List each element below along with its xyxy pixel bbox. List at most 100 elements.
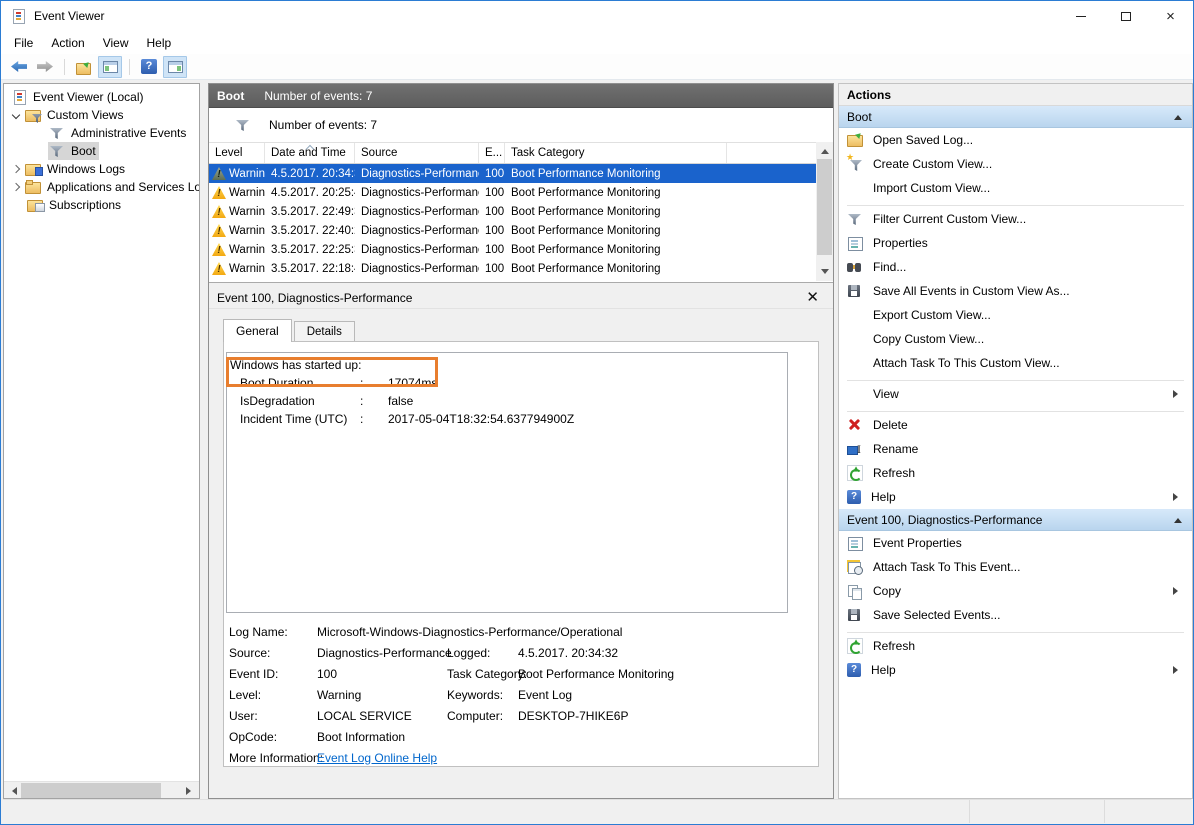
event-source: Diagnostics-Performance [355, 168, 479, 180]
column-header-task-category[interactable]: Task Category [505, 143, 727, 163]
open-saved-log-button[interactable] [72, 56, 96, 78]
chevron-icon[interactable] [8, 166, 24, 172]
action-separator [839, 375, 1192, 382]
preview-close-button[interactable]: ✕ [806, 290, 825, 305]
actions-section-header-boot[interactable]: Boot [839, 106, 1192, 128]
save-icon [847, 283, 863, 299]
tree-item[interactable]: Subscriptions [4, 196, 199, 214]
tree-item[interactable]: Administrative Events [4, 124, 199, 142]
action-item[interactable]: Help [839, 485, 1192, 509]
event-task-category: Boot Performance Monitoring [505, 244, 727, 256]
detail-value: DESKTOP-7HIKE6P [518, 709, 818, 723]
tree-item[interactable]: Boot [4, 142, 199, 160]
column-header-event-id[interactable]: E... [479, 143, 505, 163]
action-separator [839, 406, 1192, 413]
scroll-up-button[interactable] [816, 142, 833, 157]
action-item[interactable]: Find... [839, 255, 1192, 279]
event-row[interactable]: Warning 4.5.2017. 20:25:46 Diagnostics-P… [209, 183, 816, 202]
action-item[interactable]: Properties [839, 231, 1192, 255]
event-date: 3.5.2017. 22:18:43 [265, 263, 355, 275]
collapse-arrow-icon[interactable] [1174, 111, 1182, 120]
event-source: Diagnostics-Performance [355, 225, 479, 237]
action-item[interactable]: Event Properties [839, 531, 1192, 555]
action-item[interactable]: Open Saved Log... [839, 128, 1192, 152]
warning-icon [212, 167, 226, 180]
warning-icon [212, 205, 226, 218]
tree-item[interactable]: Event Viewer (Local) [4, 88, 199, 106]
action-item[interactable]: View [839, 382, 1192, 406]
tab-general[interactable]: General [223, 319, 292, 342]
close-icon: × [1166, 9, 1175, 24]
actions-section-header-event[interactable]: Event 100, Diagnostics-Performance [839, 509, 1192, 531]
scroll-down-button[interactable] [816, 266, 833, 281]
console-tree-toggle-button[interactable] [98, 56, 122, 78]
scrollbar-thumb[interactable] [817, 159, 832, 255]
tab-details[interactable]: Details [294, 321, 355, 341]
table-header: Level Date and Time Source E... Task Cat… [209, 142, 816, 164]
action-pane-toggle-button[interactable] [163, 56, 187, 78]
event-row[interactable]: Warning 3.5.2017. 22:18:43 Diagnostics-P… [209, 259, 816, 278]
event-row[interactable]: Warning 3.5.2017. 22:25:37 Diagnostics-P… [209, 240, 816, 259]
detail-row: Level: Warning Keywords: Event Log [224, 684, 818, 705]
tree-item[interactable]: Custom Views [4, 106, 199, 124]
event-row[interactable]: Warning 3.5.2017. 22:40:22 Diagnostics-P… [209, 221, 816, 240]
action-item[interactable]: Rename [839, 437, 1192, 461]
forward-button[interactable] [33, 56, 57, 78]
action-pane-icon [168, 61, 183, 73]
event-log-online-help-link[interactable]: Event Log Online Help [317, 751, 818, 765]
minimize-button[interactable] [1058, 1, 1103, 31]
event-table: Level Date and Time Source E... Task Cat… [209, 142, 816, 278]
column-header-date[interactable]: Date and Time [265, 143, 355, 163]
action-item[interactable]: Attach Task To This Custom View... [839, 351, 1192, 375]
event-description-box[interactable]: Windows has started up: Boot Duration : … [226, 352, 788, 613]
open-folder-icon [76, 60, 92, 74]
help-button[interactable]: ? [137, 56, 161, 78]
action-item[interactable]: Filter Current Custom View... [839, 207, 1192, 231]
menu-item[interactable]: Action [42, 34, 93, 52]
scroll-right-button[interactable] [182, 782, 199, 799]
action-item[interactable]: Save All Events in Custom View As... [839, 279, 1192, 303]
action-item[interactable]: Import Custom View... [839, 176, 1192, 200]
menu-item[interactable]: File [5, 34, 42, 52]
event-row[interactable]: Warning 3.5.2017. 22:49:37 Diagnostics-P… [209, 202, 816, 221]
event-list-scrollbar[interactable] [816, 142, 833, 281]
chevron-icon[interactable] [8, 184, 24, 190]
back-button[interactable] [7, 56, 31, 78]
action-item[interactable]: Refresh [839, 461, 1192, 485]
action-item[interactable]: Refresh [839, 634, 1192, 658]
action-item[interactable]: Delete [839, 413, 1192, 437]
action-item[interactable]: Copy Custom View... [839, 327, 1192, 351]
column-header-source[interactable]: Source [355, 143, 479, 163]
status-bar-divider [969, 800, 970, 823]
tree-item-label: Boot [71, 144, 96, 158]
action-item-label: Event Properties [873, 536, 962, 550]
scroll-left-button[interactable] [4, 782, 21, 799]
help-icon [847, 490, 861, 504]
action-item[interactable]: Save Selected Events... [839, 603, 1192, 627]
toolbar-separator [64, 59, 65, 75]
menu-item[interactable]: Help [138, 34, 181, 52]
collapse-arrow-icon[interactable] [1174, 514, 1182, 523]
rename-icon [847, 441, 863, 457]
tree-item[interactable]: Windows Logs [4, 160, 199, 178]
maximize-button[interactable] [1103, 1, 1148, 31]
event-task-category: Boot Performance Monitoring [505, 225, 727, 237]
action-item[interactable]: Help [839, 658, 1192, 682]
detail-value: Boot Performance Monitoring [518, 667, 818, 681]
folder-logs-icon [25, 161, 43, 177]
action-item[interactable]: Attach Task To This Event... [839, 555, 1192, 579]
action-item[interactable]: Export Custom View... [839, 303, 1192, 327]
menu-item[interactable]: View [94, 34, 138, 52]
filter-summary-row: Number of events: 7 [209, 108, 833, 142]
column-header-level[interactable]: Level [209, 143, 265, 163]
scrollbar-thumb[interactable] [21, 783, 161, 798]
action-item-label: Refresh [873, 466, 915, 480]
tree-horizontal-scrollbar[interactable] [4, 781, 199, 798]
action-item[interactable]: Create Custom View... [839, 152, 1192, 176]
maximize-icon [1121, 12, 1131, 21]
action-item[interactable]: Copy [839, 579, 1192, 603]
chevron-icon[interactable] [8, 112, 24, 118]
tree-item[interactable]: Applications and Services Lo [4, 178, 199, 196]
event-row[interactable]: Warning 4.5.2017. 20:34:32 Diagnostics-P… [209, 164, 816, 183]
close-button[interactable]: × [1148, 1, 1193, 31]
